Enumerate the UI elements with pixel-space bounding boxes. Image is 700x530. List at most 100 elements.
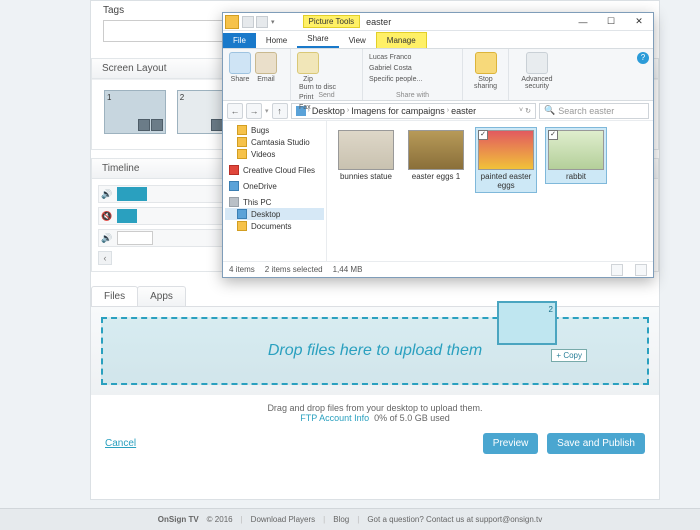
nav-item: Videos <box>225 148 324 160</box>
cursor-copy-hint: + Copy <box>551 349 587 362</box>
status-bar: 4 items 2 items selected 1,44 MB <box>223 261 653 277</box>
qat-dropdown-icon[interactable]: ▾ <box>271 18 275 26</box>
cancel-link[interactable]: Cancel <box>105 438 136 449</box>
file-name: easter eggs 1 <box>412 172 460 181</box>
screen-layout-title: Screen Layout <box>102 63 167 74</box>
tab-apps[interactable]: Apps <box>137 286 186 306</box>
checkbox-icon[interactable]: ✓ <box>478 130 488 140</box>
scene-thumb[interactable]: 1 <box>104 90 166 134</box>
timeline-prev[interactable]: ‹ <box>98 251 112 265</box>
hint-text: Drag and drop files from your desktop to… <box>267 403 482 413</box>
nav-item: This PC <box>225 196 324 208</box>
nav-item: Camtasia Studio <box>225 136 324 148</box>
address-bar: ← → ▾ ↑ ›Desktop ›Imagens for campaigns … <box>223 101 653 121</box>
speaker-icon[interactable]: 🔊 <box>99 189 115 200</box>
scene-number: 1 <box>107 93 111 102</box>
picture-tools-tab[interactable]: Picture Tools <box>303 15 361 28</box>
path-dropdown[interactable]: ˅ <box>519 107 523 115</box>
file-thumb[interactable]: bunnies statue <box>335 127 397 184</box>
qat-icon[interactable] <box>242 16 254 28</box>
ribbon-tab-view[interactable]: View <box>339 33 376 48</box>
file-explorer-window: ▾ Picture Tools easter — ☐ ✕ File Home S… <box>222 12 654 278</box>
file-thumb-selected[interactable]: ✓ rabbit <box>545 127 607 184</box>
close-button[interactable]: ✕ <box>625 14 653 30</box>
edit-icon[interactable] <box>138 119 150 131</box>
up-button[interactable]: ↑ <box>272 103 288 119</box>
sharewith-item[interactable]: Gabriel Costa <box>369 63 456 74</box>
clip[interactable] <box>117 231 153 245</box>
nav-item: Documents <box>225 220 324 232</box>
zip-icon[interactable] <box>297 52 319 74</box>
fax-button[interactable]: Fax <box>299 103 336 113</box>
forward-button[interactable]: → <box>246 103 262 119</box>
ftp-link[interactable]: FTP Account Info <box>300 413 369 423</box>
ribbon-tab-share[interactable]: Share <box>297 31 338 48</box>
nav-item-selected: Desktop <box>225 208 324 220</box>
clip[interactable] <box>117 209 137 223</box>
quick-access-toolbar: ▾ <box>223 15 275 29</box>
speaker-icon[interactable]: 🔊 <box>99 233 115 244</box>
thumbs-view-icon[interactable] <box>635 264 647 276</box>
nav-item: Bugs <box>225 124 324 136</box>
crumb[interactable]: Imagens for campaigns <box>351 106 445 116</box>
status-size: 1,44 MB <box>333 265 363 274</box>
file-name: rabbit <box>566 172 586 181</box>
image-icon <box>408 130 464 170</box>
tabs-bar: Files Apps <box>91 286 659 307</box>
status-items: 4 items <box>229 265 255 274</box>
ribbon-label: Zip <box>303 76 313 83</box>
refresh-icon[interactable]: ↻ <box>525 107 531 115</box>
footer-contact: Got a question? Contact us at support@on… <box>367 515 542 524</box>
storage-usage: 0% of 5.0 GB used <box>374 413 450 423</box>
folder-icon[interactable] <box>225 15 239 29</box>
dropzone[interactable]: Drop files here to upload them 2 + Copy <box>101 317 649 385</box>
maximize-button[interactable]: ☐ <box>597 14 625 30</box>
dropzone-text: Drop files here to upload them <box>268 342 482 360</box>
scene-number: 2 <box>180 93 184 102</box>
trash-icon[interactable] <box>151 119 163 131</box>
history-dropdown[interactable]: ▾ <box>265 107 269 115</box>
qat-icon[interactable] <box>256 16 268 28</box>
email-icon[interactable] <box>255 52 277 74</box>
lock-icon[interactable] <box>475 52 497 74</box>
share-icon[interactable] <box>229 52 251 74</box>
nav-pane[interactable]: Bugs Camtasia Studio Videos Creative Clo… <box>223 121 327 261</box>
clip[interactable] <box>117 187 147 201</box>
ribbon-label: Stop sharing <box>474 76 497 90</box>
search-placeholder: Search easter <box>558 106 614 116</box>
search-input[interactable]: 🔍 Search easter <box>539 103 649 119</box>
ribbon-tabs: File Home Share View Manage <box>223 31 653 49</box>
save-publish-button[interactable]: Save and Publish <box>547 433 645 454</box>
dropzone-hint: Drag and drop files from your desktop to… <box>91 403 659 423</box>
file-thumb-selected[interactable]: ✓painted easter eggs <box>475 127 537 193</box>
dropzone-container: Drop files here to upload them 2 + Copy <box>91 307 659 395</box>
edit-icon[interactable] <box>211 119 223 131</box>
ribbon: Share Email Zip Burn to disc Print Fax S… <box>223 49 653 101</box>
checkbox-icon[interactable]: ✓ <box>548 130 558 140</box>
ribbon-tab-manage[interactable]: Manage <box>376 32 427 48</box>
sharewith-item[interactable]: Lucas Franco <box>369 52 456 63</box>
help-icon[interactable]: ? <box>637 52 649 64</box>
file-thumb[interactable]: easter eggs 1 <box>405 127 467 184</box>
file-grid[interactable]: bunnies statue easter eggs 1 ✓painted ea… <box>327 121 653 261</box>
brand: OnSign TV <box>158 515 199 524</box>
sharewith-item[interactable]: Specific people... <box>369 74 456 85</box>
footer-link[interactable]: Download Players <box>251 515 315 524</box>
minimize-button[interactable]: — <box>569 14 597 30</box>
window-title: easter <box>366 17 391 27</box>
drag-count: 2 <box>549 305 553 314</box>
crumb[interactable]: easter <box>451 106 476 116</box>
details-view-icon[interactable] <box>611 264 623 276</box>
back-button[interactable]: ← <box>227 103 243 119</box>
bottom-bar: Cancel Preview Save and Publish <box>91 423 659 464</box>
speaker-icon[interactable]: 🔇 <box>99 211 115 222</box>
titlebar[interactable]: ▾ Picture Tools easter — ☐ ✕ <box>223 13 653 31</box>
ribbon-label: Advanced security <box>521 76 552 90</box>
preview-button[interactable]: Preview <box>483 433 539 454</box>
shield-icon[interactable] <box>526 52 548 74</box>
tab-files[interactable]: Files <box>91 286 138 306</box>
explorer-body: Bugs Camtasia Studio Videos Creative Clo… <box>223 121 653 261</box>
ribbon-tab-file[interactable]: File <box>223 33 256 48</box>
footer-link[interactable]: Blog <box>333 515 349 524</box>
ribbon-tab-home[interactable]: Home <box>256 33 297 48</box>
